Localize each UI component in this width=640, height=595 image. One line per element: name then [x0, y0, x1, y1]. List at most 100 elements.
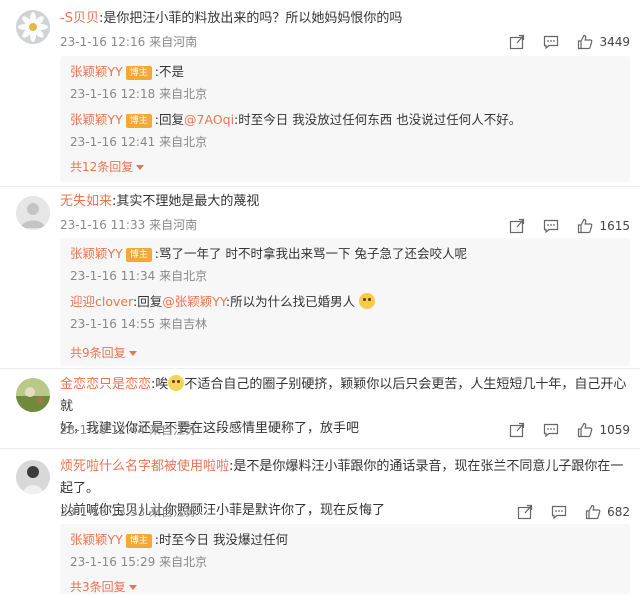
reply-body: :时至今日 我没爆过任何 [154, 532, 288, 547]
divider [0, 448, 640, 449]
comment-location: 来自河南 [149, 218, 198, 232]
reply-username[interactable]: 张颖颖YY [70, 532, 123, 547]
avatar[interactable] [16, 196, 50, 230]
author-badge: 博主 [125, 248, 152, 262]
more-replies-button[interactable]: 共12条回复 [70, 158, 145, 175]
share-icon[interactable] [509, 218, 525, 234]
reply-username[interactable]: 迎迎clover [70, 294, 133, 309]
divider [0, 368, 640, 369]
reply-text: 张颖颖YY 博主:回复@7AOqi:时至今日 我没放过任何东西 也没说过任何人不好… [70, 110, 521, 130]
comment-actions: 1059 [491, 422, 630, 438]
reply-meta: 23-1-16 15:29 来自北京 [70, 553, 207, 570]
laugh-emoji-icon [359, 293, 376, 309]
comment-time: 23-1-16 11:33 [60, 218, 146, 232]
comment-body: :是你把汪小菲的料放出来的吗？所以她妈妈恨你的吗 [98, 11, 403, 26]
reply-time: 23-1-16 12:18 [70, 87, 156, 101]
comment-actions: 1615 [491, 218, 630, 234]
comment-username[interactable]: -S贝贝 [60, 11, 99, 26]
reply-text: 张颖颖YY 博主:骂了一年了 时不时拿我出来骂一下 兔子急了还会咬人呢 [70, 244, 467, 264]
reply-location: 来自吉林 [159, 317, 208, 331]
share-icon[interactable] [517, 504, 533, 520]
reply-meta: 23-1-16 12:41 来自北京 [70, 133, 207, 150]
comment-username[interactable]: 无失如来 [60, 194, 112, 209]
comment-time: 23-1-16 12:16 [60, 35, 146, 49]
avatar[interactable] [16, 460, 50, 494]
comment-icon[interactable] [543, 422, 559, 438]
chevron-down-icon [136, 165, 145, 170]
reply-meta: 23-1-16 14:55 来自吉林 [70, 315, 207, 332]
reply-meta: 23-1-16 11:34 来自北京 [70, 267, 207, 284]
reply-prefix: :回复 [154, 112, 185, 127]
like-icon[interactable] [577, 34, 593, 50]
reply-list: 张颖颖YY 博主:骂了一年了 时不时拿我出来骂一下 兔子急了还会咬人呢 23-1-… [60, 238, 630, 366]
comment-item: 金恋恋只是恋恋:唉 不适合自己的圈子别硬挤，颖颖你以后只会更苦，人生短短几十年，自… [0, 370, 640, 448]
comment-location: 来自河南 [149, 35, 198, 49]
more-replies-label: 共9条回复 [70, 346, 126, 360]
reply-body: :骂了一年了 时不时拿我出来骂一下 兔子急了还会咬人呢 [154, 246, 467, 261]
comment-icon[interactable] [551, 504, 567, 520]
avatar[interactable] [16, 378, 50, 412]
emoji-icon [168, 375, 185, 391]
reply-location: 来自北京 [159, 87, 208, 101]
more-replies-label: 共3条回复 [70, 580, 126, 594]
comment-meta: 23-1-16 12:16 来自河南 [60, 33, 197, 51]
like-icon[interactable] [585, 504, 601, 520]
like-count: 1059 [599, 423, 630, 437]
comment-username[interactable]: 烦死啦什么名字都被使用啦啦 [60, 459, 229, 474]
comment-item: 烦死啦什么名字都被使用啦啦:是不是你爆料汪小菲跟你的通话录音，现在张兰不同意儿子… [0, 452, 640, 594]
reply-location: 来自北京 [159, 269, 208, 283]
comment-meta: 23-1-16 12:44 来自江苏 [60, 421, 197, 439]
comment-time: 23-1-16 13:53 [60, 505, 146, 519]
reply-body: :不是 [154, 64, 185, 79]
avatar[interactable] [16, 10, 50, 44]
comment-icon[interactable] [543, 218, 559, 234]
comment-text: -S贝贝:是你把汪小菲的料放出来的吗？所以她妈妈恨你的吗 [60, 8, 628, 30]
like-icon[interactable] [577, 218, 593, 234]
reply-item: 张颖颖YY 博主:时至今日 我没爆过任何 23-1-16 15:29 来自北京 [60, 524, 630, 572]
chevron-down-icon [128, 585, 137, 590]
author-badge: 博主 [125, 114, 152, 128]
reply-list: 张颖颖YY 博主:不是 23-1-16 12:18 来自北京 张颖颖YY 博主:回复… [60, 56, 630, 182]
more-replies-button[interactable]: 共9条回复 [70, 344, 137, 361]
reply-username[interactable]: 张颖颖YY [70, 64, 123, 79]
reply-list: 张颖颖YY 博主:时至今日 我没爆过任何 23-1-16 15:29 来自北京 共… [60, 524, 630, 594]
reply-mention[interactable]: @7AOqi [184, 112, 234, 127]
share-icon[interactable] [509, 422, 525, 438]
comment-item: 无失如来:其实不理她是最大的蔑视 23-1-16 11:33 来自河南 1615… [0, 188, 640, 368]
reply-body: :所以为什么找已婚男人 [225, 294, 356, 309]
reply-item: 迎迎clover:回复@张颖颖YY:所以为什么找已婚男人 23-1-16 14:… [60, 286, 630, 338]
like-icon[interactable] [577, 422, 593, 438]
author-badge: 博主 [125, 66, 152, 80]
comment-location: 来自江苏 [149, 423, 198, 437]
comment-meta: 23-1-16 13:53 来自江苏 [60, 503, 197, 521]
like-count: 1615 [599, 219, 630, 233]
comment-username[interactable]: 金恋恋只是恋恋 [60, 377, 151, 392]
comment-body: :其实不理她是最大的蔑视 [112, 194, 260, 209]
divider [0, 186, 640, 187]
reply-text: 张颖颖YY 博主:时至今日 我没爆过任何 [70, 530, 288, 550]
reply-location: 来自北京 [159, 555, 208, 569]
comment-time: 23-1-16 12:44 [60, 423, 146, 437]
more-replies-button[interactable]: 共3条回复 [70, 578, 137, 595]
reply-time: 23-1-16 15:29 [70, 555, 156, 569]
comment-icon[interactable] [543, 34, 559, 50]
comment-meta: 23-1-16 11:33 来自河南 [60, 216, 197, 234]
reply-mention[interactable]: @张颖颖YY [162, 294, 226, 309]
reply-time: 23-1-16 12:41 [70, 135, 156, 149]
share-icon[interactable] [509, 34, 525, 50]
reply-item: 张颖颖YY 博主:骂了一年了 时不时拿我出来骂一下 兔子急了还会咬人呢 23-1-… [60, 238, 630, 286]
reply-username[interactable]: 张颖颖YY [70, 112, 123, 127]
reply-username[interactable]: 张颖颖YY [70, 246, 123, 261]
reply-text: 迎迎clover:回复@张颖颖YY:所以为什么找已婚男人 [70, 292, 376, 312]
reply-meta: 23-1-16 12:18 来自北京 [70, 85, 207, 102]
reply-text: 张颖颖YY 博主:不是 [70, 62, 184, 82]
reply-location: 来自北京 [159, 135, 208, 149]
reply-prefix: :回复 [133, 294, 163, 309]
more-replies-label: 共12条回复 [70, 160, 134, 174]
reply-item: 张颖颖YY 博主:不是 23-1-16 12:18 来自北京 [60, 56, 630, 104]
comment-item: -S贝贝:是你把汪小菲的料放出来的吗？所以她妈妈恨你的吗 23-1-16 12:… [0, 0, 640, 188]
like-count: 682 [607, 505, 630, 519]
reply-time: 23-1-16 11:34 [70, 269, 156, 283]
author-badge: 博主 [125, 534, 152, 548]
comment-actions: 682 [499, 504, 630, 520]
